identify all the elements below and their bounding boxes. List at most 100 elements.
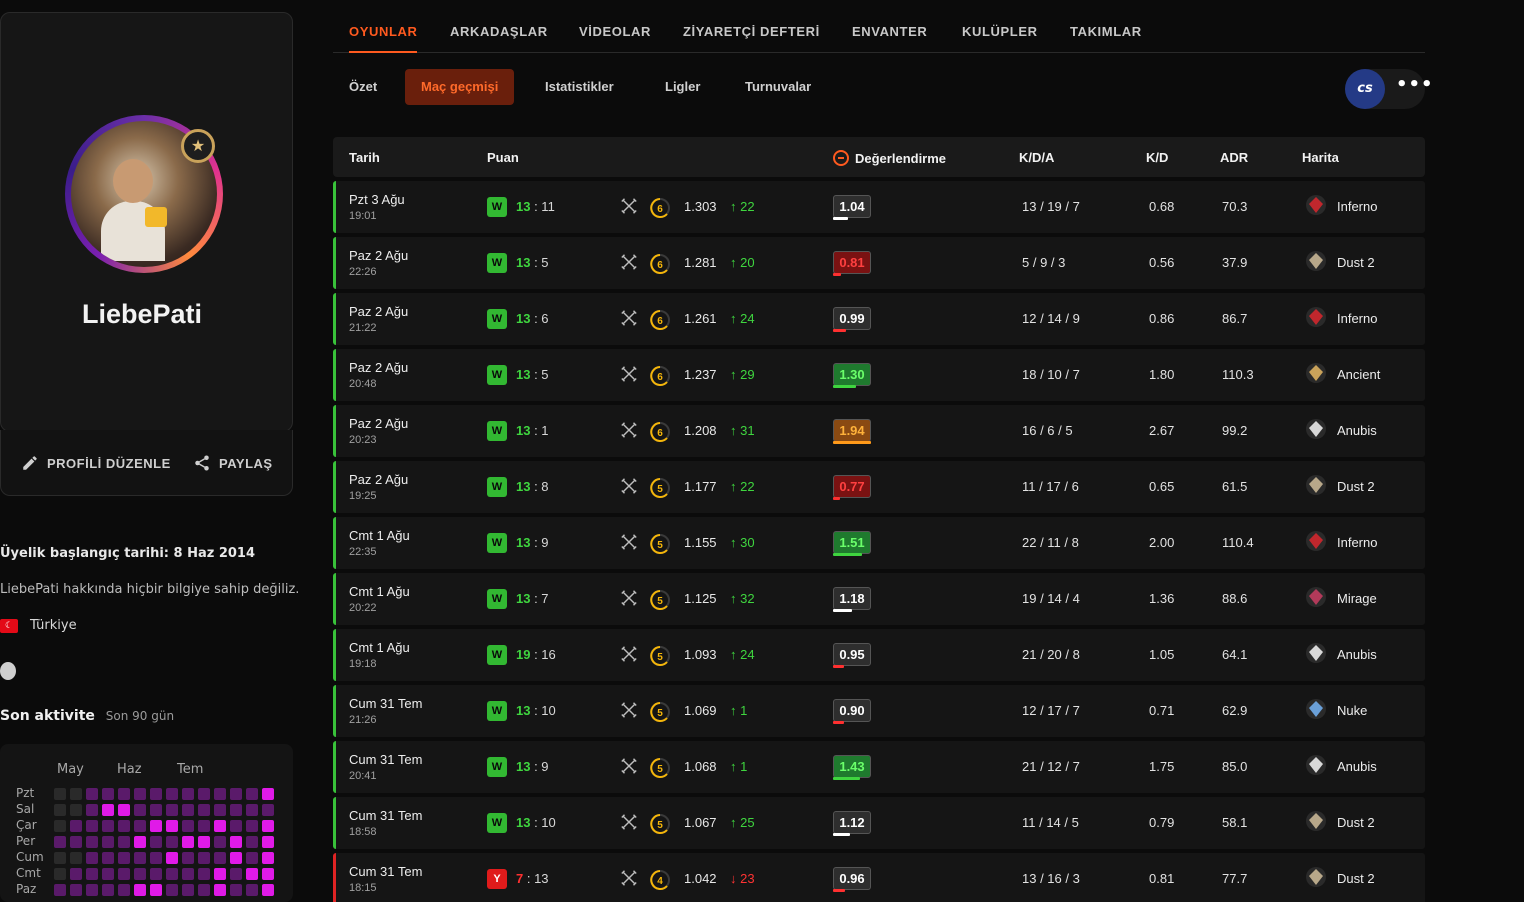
subtab-tournaments[interactable]: Turnuvalar [729, 69, 827, 105]
heatmap-cell [198, 852, 210, 864]
heatmap-cell [54, 788, 66, 800]
kda-value: 21 / 20 / 8 [1022, 647, 1080, 662]
match-date: Pzt 3 Ağu [349, 192, 405, 207]
heatmap-cell [118, 868, 130, 880]
heatmap-cell [150, 836, 162, 848]
table-row[interactable]: Paz 2 Ağu 19:25 W 13 : 8 5 1.177 ↑ 22 0.… [333, 461, 1425, 513]
heatmap-cell [198, 836, 210, 848]
header-kd[interactable]: K/D [1146, 150, 1168, 165]
match-time: 21:22 [349, 322, 377, 334]
table-row[interactable]: Cum 31 Tem 18:58 W 13 : 10 5 1.067 ↑ 25 … [333, 797, 1425, 849]
elo-value: 1.237 [684, 367, 717, 382]
tab-videos[interactable]: VİDEOLAR [579, 24, 651, 39]
table-row[interactable]: Cum 31 Tem 18:15 Y 7 : 13 4 1.042 ↓ 23 0… [333, 853, 1425, 902]
kda-value: 13 / 16 / 3 [1022, 871, 1080, 886]
heatmap-cell [182, 884, 194, 896]
table-row[interactable]: Paz 2 Ağu 20:23 W 13 : 1 6 1.208 ↑ 31 1.… [333, 405, 1425, 457]
adr-value: 58.1 [1222, 815, 1248, 830]
subtab-statistics[interactable]: Istatistikler [529, 69, 630, 105]
elo-change: ↑ 22 [730, 479, 755, 494]
svg-text:5: 5 [657, 652, 663, 663]
cs-logo-icon[interactable]: cs [1345, 69, 1385, 109]
match-score: 13 : 9 [516, 759, 549, 774]
sub-tabs: Özet Maç geçmişi Istatistikler Ligler Tu… [333, 69, 1425, 109]
header-score[interactable]: Puan [487, 150, 519, 165]
subtab-summary[interactable]: Özet [333, 69, 393, 105]
crossed-swords-icon [621, 254, 637, 270]
table-row[interactable]: Paz 2 Ağu 20:48 W 13 : 5 6 1.237 ↑ 29 1.… [333, 349, 1425, 401]
heatmap-cell [182, 820, 194, 832]
table-row[interactable]: Cmt 1 Ağu 20:22 W 13 : 7 5 1.125 ↑ 32 1.… [333, 573, 1425, 625]
table-row[interactable]: Cmt 1 Ağu 19:18 W 19 : 16 5 1.093 ↑ 24 0… [333, 629, 1425, 681]
adr-value: 64.1 [1222, 647, 1248, 662]
kd-value: 0.79 [1149, 815, 1175, 830]
skill-level-icon: 6 [650, 198, 670, 218]
tab-inventory[interactable]: ENVANTER [852, 24, 927, 39]
share-button[interactable]: PAYLAŞ [193, 454, 273, 472]
table-row[interactable]: Paz 2 Ağu 21:22 W 13 : 6 6 1.261 ↑ 24 0.… [333, 293, 1425, 345]
heatmap-cell [166, 820, 178, 832]
header-rating-wrap[interactable]: Değerlendirme [833, 150, 946, 166]
match-score: 7 : 13 [516, 871, 549, 886]
map-name: Inferno [1337, 311, 1378, 326]
table-row[interactable]: Cmt 1 Ağu 22:35 W 13 : 9 5 1.155 ↑ 30 1.… [333, 517, 1425, 569]
map-dust-2-icon [1306, 251, 1326, 271]
heatmap-cell [166, 868, 178, 880]
match-time: 20:23 [349, 434, 377, 446]
match-date: Cmt 1 Ağu [349, 640, 410, 655]
edit-profile-button[interactable]: PROFİLİ DÜZENLE [21, 454, 171, 472]
rating-badge: 1.04 [833, 195, 871, 218]
heatmap-cell [102, 868, 114, 880]
map-inferno-icon [1306, 195, 1326, 215]
heatmap-weekday: Sal [16, 802, 35, 816]
heatmap-cell [246, 820, 258, 832]
kda-value: 11 / 14 / 5 [1022, 815, 1079, 830]
tab-guestbook[interactable]: ZİYARETÇİ DEFTERİ [683, 24, 820, 39]
kd-value: 0.81 [1149, 871, 1175, 886]
crossed-swords-icon [621, 366, 637, 382]
username: LiebePati [81, 299, 203, 329]
heatmap-cell [166, 852, 178, 864]
adr-value: 85.0 [1222, 759, 1248, 774]
heatmap-cell [214, 836, 226, 848]
table-row[interactable]: Cum 31 Tem 20:41 W 13 : 9 5 1.068 ↑ 1 1.… [333, 741, 1425, 793]
tab-friends[interactable]: ARKADAŞLAR [450, 24, 548, 39]
heatmap-cell [230, 788, 242, 800]
subtab-match-history[interactable]: Maç geçmişi [405, 69, 515, 105]
match-time: 20:41 [349, 770, 377, 782]
heatmap-cell [86, 884, 98, 896]
match-time: 22:35 [349, 546, 377, 558]
heatmap-cell [246, 788, 258, 800]
table-row[interactable]: Pzt 3 Ağu 19:01 W 13 : 11 6 1.303 ↑ 22 1… [333, 181, 1425, 233]
heatmap-cell [182, 836, 194, 848]
elo-change: ↑ 30 [730, 535, 755, 550]
skill-level-icon: 5 [650, 590, 670, 610]
steam-icon[interactable] [0, 662, 16, 680]
header-date[interactable]: Tarih [349, 150, 380, 165]
match-time: 19:18 [349, 658, 377, 670]
heatmap-cell [262, 852, 274, 864]
header-map[interactable]: Harita [1302, 150, 1339, 165]
table-row[interactable]: Cum 31 Tem 21:26 W 13 : 10 5 1.069 ↑ 1 0… [333, 685, 1425, 737]
svg-text:4: 4 [657, 876, 663, 887]
heatmap-cell [182, 868, 194, 880]
tab-teams[interactable]: TAKIMLAR [1070, 24, 1142, 39]
map-name: Inferno [1337, 199, 1378, 214]
header-kda[interactable]: K/D/A [1019, 150, 1054, 165]
rating-bar [833, 889, 845, 892]
heatmap-cell [262, 804, 274, 816]
faceit-icon [833, 150, 849, 166]
heatmap-cell [134, 820, 146, 832]
tab-clubs[interactable]: KULÜPLER [962, 24, 1038, 39]
header-adr[interactable]: ADR [1220, 150, 1248, 165]
more-options-icon[interactable]: ••• [1396, 74, 1434, 95]
svg-text:6: 6 [657, 428, 663, 439]
tab-games[interactable]: OYUNLAR [349, 24, 418, 53]
heatmap-cell [150, 820, 162, 832]
match-time: 20:48 [349, 378, 377, 390]
svg-text:6: 6 [657, 372, 663, 383]
table-row[interactable]: Paz 2 Ağu 22:26 W 13 : 5 6 1.281 ↑ 20 0.… [333, 237, 1425, 289]
heatmap-cell [118, 884, 130, 896]
subtab-leagues[interactable]: Ligler [649, 69, 716, 105]
match-date: Cum 31 Tem [349, 864, 423, 879]
